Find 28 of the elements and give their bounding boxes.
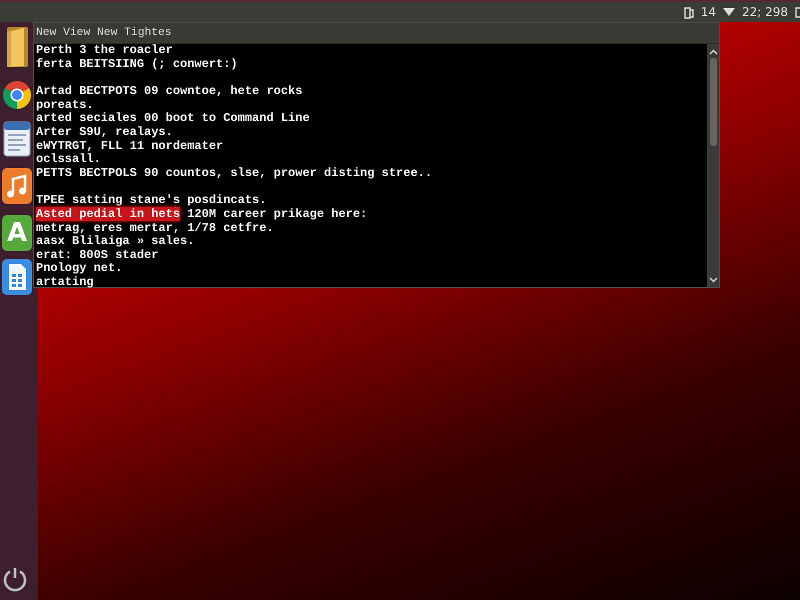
terminal-line: aasx Blilaiga » sales.	[36, 235, 194, 249]
terminal-line: Asted pedial in hets 120M career prikage here:	[36, 208, 368, 222]
terminal-line: arted seciales 00 boot to Command Line	[36, 112, 310, 126]
terminal-line: TPEE satting stane's posdincats.	[36, 194, 266, 208]
caret-up-icon[interactable]	[708, 49, 718, 55]
music-note-icon[interactable]	[1, 168, 32, 207]
terminal-line: artating	[36, 276, 94, 290]
terminal-line: metrag, eres mertar, 1/78 cetfre.	[36, 222, 274, 235]
terminal-line: eWYTRGT, FLL 11 nordemater	[36, 140, 224, 153]
terminal-line: poreats.	[36, 98, 94, 112]
terminal-line: Perth 3 the roacler	[36, 44, 173, 58]
window-title: New View New Tightes	[36, 27, 172, 39]
scrollbar-thumb[interactable]	[710, 58, 716, 146]
terminal-line: Artad BECTPOTS 09 cowntoe, hete rocks	[36, 84, 302, 99]
terminal-line: Pnology net.	[36, 262, 122, 276]
scrollbar[interactable]	[707, 44, 719, 287]
triangle-icon[interactable]	[722, 8, 735, 16]
battery-icon[interactable]	[684, 6, 694, 18]
caret-down-icon[interactable]	[708, 277, 718, 283]
spreadsheet-icon[interactable]	[1, 259, 32, 298]
indicator-text: 14	[700, 5, 716, 19]
terminal-line: PETTS BECTPOLS 90 countos, slse, prower disting stree..	[36, 166, 432, 181]
power-icon[interactable]	[2, 566, 28, 592]
clock-text[interactable]: 22; 298	[742, 5, 788, 19]
terminal-line: ferta BEITSIING (; conwert:)	[36, 58, 238, 72]
terminal-line: Arter S9U, realays.	[36, 126, 173, 140]
terminal-line: oclssall.	[36, 153, 101, 167]
terminal-line: erat: 800S stader	[36, 248, 158, 262]
